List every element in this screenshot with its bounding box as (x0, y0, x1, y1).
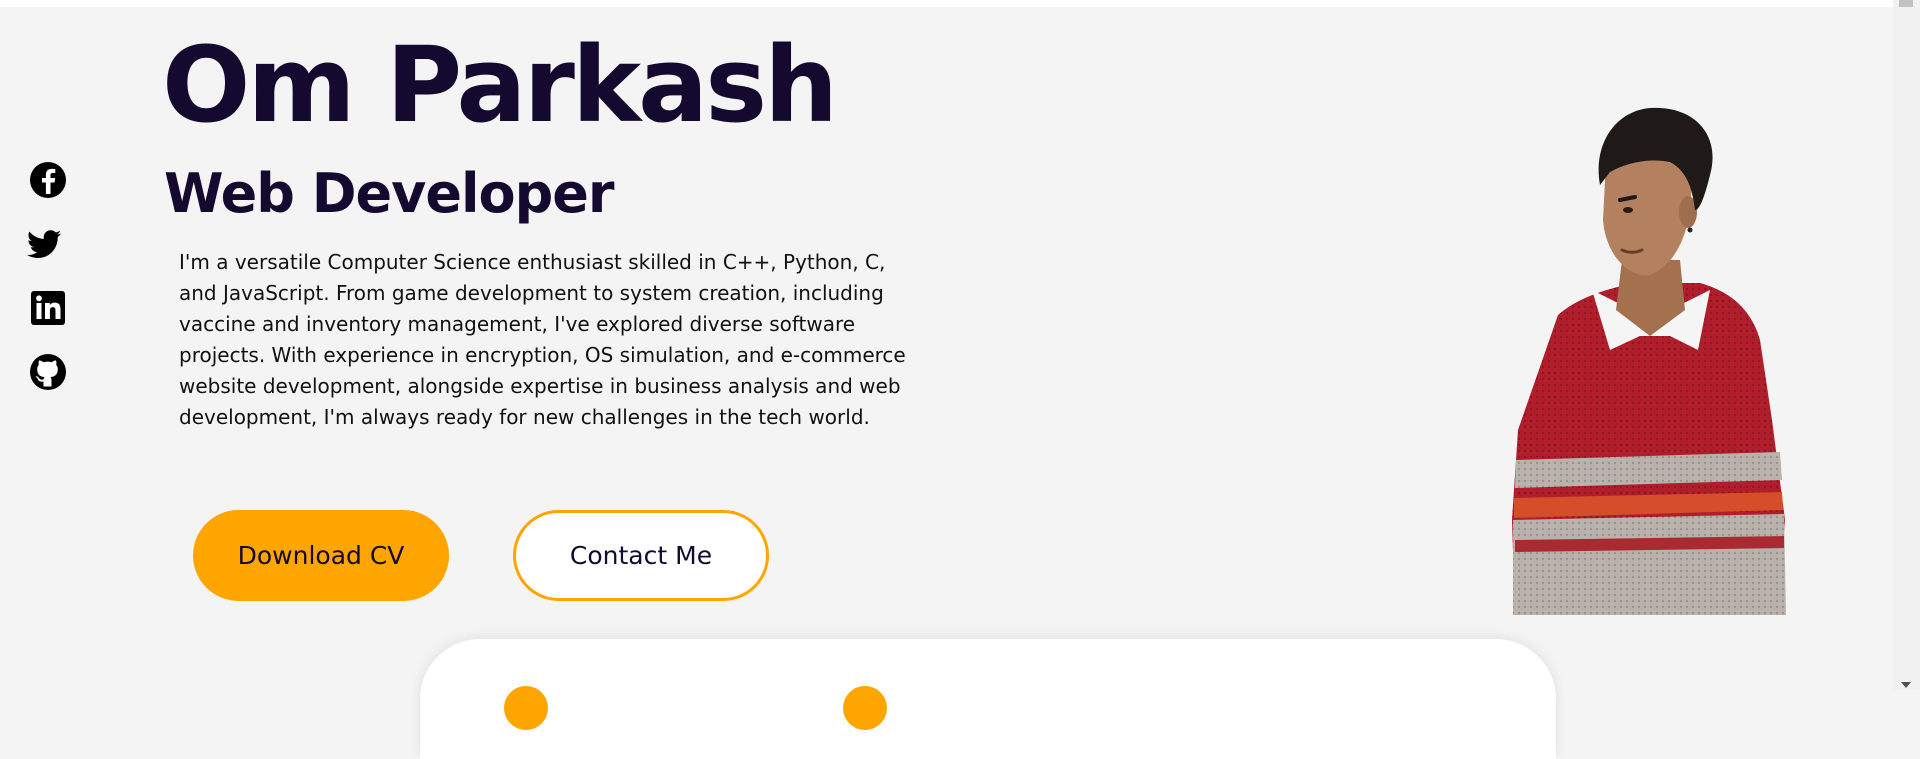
hero-name: Om Parkash (162, 24, 838, 146)
bottom-card (420, 639, 1556, 759)
facebook-link[interactable] (28, 160, 76, 208)
hero-role: Web Developer (164, 162, 615, 225)
download-cv-button[interactable]: Download CV (193, 510, 449, 601)
scrollbar[interactable] (1893, 0, 1920, 690)
card-icon-circle (504, 686, 548, 730)
github-icon (30, 354, 66, 390)
card-icon-circle (843, 686, 887, 730)
top-strip (0, 0, 1893, 7)
profile-photo (1512, 107, 1786, 615)
facebook-icon (30, 162, 66, 198)
linkedin-link[interactable] (28, 288, 76, 336)
twitter-link[interactable] (27, 224, 76, 272)
contact-me-button[interactable]: Contact Me (513, 510, 769, 601)
linkedin-icon (31, 291, 65, 325)
scroll-down-arrow-icon[interactable] (1901, 682, 1911, 688)
scrollbar-thumb[interactable] (1899, 0, 1913, 7)
github-link[interactable] (28, 352, 76, 400)
hero-bio: I'm a versatile Computer Science enthusi… (179, 250, 906, 429)
twitter-icon (27, 230, 61, 258)
